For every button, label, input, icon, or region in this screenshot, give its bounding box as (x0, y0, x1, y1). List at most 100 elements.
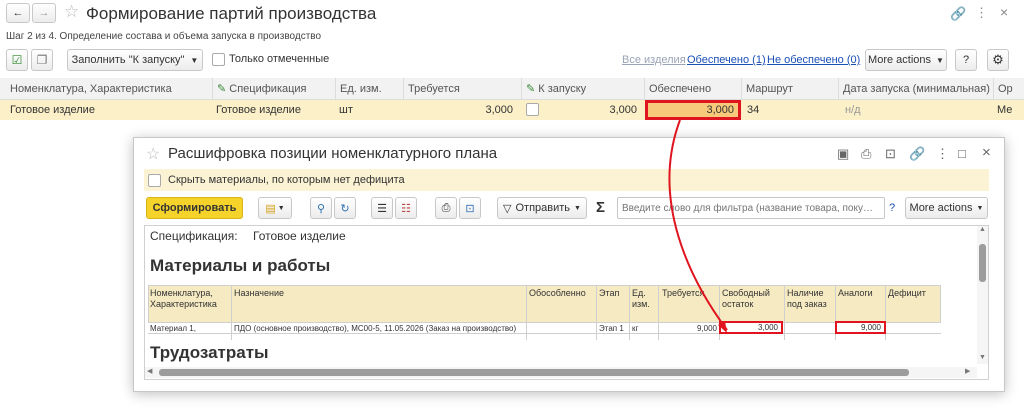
cell-nomenclature: Готовое изделие (10, 104, 95, 116)
preview-icon: ⊡ (465, 202, 475, 215)
table-row[interactable]: Готовое изделие Готовое изделие шт 3,000… (0, 100, 1024, 120)
fill-to-launch-button[interactable]: Заполнить "К запуску" ▼ (67, 49, 203, 71)
only-marked-checkbox[interactable] (212, 53, 225, 66)
section-labor: Трудозатраты (150, 343, 269, 362)
rep-cell-nom: Материал 1, (150, 324, 196, 333)
filter-input[interactable] (617, 197, 885, 219)
rep-col-purpose: Назначение (234, 288, 285, 298)
rep-cell-stage: Этап 1 (599, 324, 624, 333)
copy-icon: ❐ (36, 53, 48, 67)
hide-materials-checkbox[interactable] (148, 174, 161, 187)
more-actions-button[interactable]: More actions ▼ (865, 49, 947, 71)
col-provided[interactable]: Обеспечено (644, 78, 741, 100)
col-route[interactable]: Маршрут (741, 78, 838, 100)
link-all-items[interactable]: Все изделия (622, 54, 686, 66)
help-button[interactable]: ? (955, 49, 977, 71)
cell-unit: шт (339, 104, 353, 116)
col-to-launch-label: К запуску (538, 83, 587, 95)
rep-cell-required: 9,000 (696, 324, 717, 333)
scroll-down-arrow-icon[interactable]: ▼ (979, 354, 986, 361)
rep-col-separate: Обособленно (529, 288, 586, 298)
rep-cell-purpose: ПДО (основное производство), МС00-5, 11.… (234, 324, 517, 333)
rep-col-deficit: Дефицит (888, 288, 926, 298)
settings-button[interactable]: ⚙ (987, 49, 1009, 71)
hide-materials-label: Скрыть материалы, по которым нет дефицит… (168, 174, 405, 186)
close-icon[interactable]: × (1000, 4, 1008, 20)
print-button[interactable]: ⎙ (435, 197, 457, 219)
col-to-launch[interactable]: ✎ К запуску (521, 78, 644, 100)
cell-date: н/д (845, 104, 861, 116)
col-spec[interactable]: ✎ Спецификация (212, 78, 335, 100)
col-date[interactable]: Дата запуска (минимальная) (838, 78, 993, 100)
minimize-icon[interactable]: □ (958, 146, 966, 161)
refresh-icon: ↻ (340, 202, 350, 215)
breakdown-dialog: ☆ Расшифровка позиции номенклатурного пл… (133, 137, 1005, 392)
link-icon[interactable]: 🔗 (950, 6, 966, 22)
preview-button[interactable]: ⊡ (459, 197, 481, 219)
rep-cell-analogs: 9,000 (835, 321, 886, 334)
preview-icon[interactable]: ⊡ (885, 146, 896, 162)
dropdown-arrow-icon: ▼ (574, 204, 581, 212)
rep-col-free: Свободный остаток (722, 288, 770, 309)
search-button[interactable]: ⚲ (310, 197, 332, 219)
close-icon[interactable]: × (982, 144, 991, 161)
dialog-more-actions-button[interactable]: More actions ▼ (905, 197, 988, 219)
report-options-button[interactable]: ▤ ▼ (258, 197, 292, 219)
print-icon: ⎙ (441, 201, 451, 214)
horizontal-scroll-thumb[interactable] (159, 369, 909, 376)
rep-col-stage: Этап (599, 288, 620, 298)
check-all-icon: ☑ (11, 53, 23, 67)
save-icon[interactable]: ▣ (837, 146, 849, 162)
rep-col-unit: Ед. изм. (632, 288, 650, 309)
section-materials: Материалы и работы (150, 256, 331, 275)
col-required[interactable]: Требуется (403, 78, 521, 100)
vertical-scroll-thumb[interactable] (979, 244, 986, 282)
spec-label: Спецификация: (150, 229, 238, 243)
report-area: Спецификация: Готовое изделие Материалы … (144, 225, 989, 380)
fill-to-launch-label: Заполнить "К запуску" (71, 54, 185, 66)
link-icon[interactable]: 🔗 (909, 146, 925, 162)
search-icon: ⚲ (316, 202, 326, 215)
send-icon: ▽ (503, 202, 512, 215)
spec-value: Готовое изделие (253, 229, 346, 243)
cell-required: 3,000 (485, 104, 513, 116)
step-caption: Шаг 2 из 4. Определение состава и объема… (6, 31, 322, 42)
back-button[interactable]: ← (6, 3, 30, 23)
only-marked-label: Только отмеченные (229, 53, 330, 65)
dropdown-arrow-icon: ▼ (277, 204, 285, 212)
collapse-groups-button[interactable]: ☷ (395, 197, 417, 219)
dialog-title: Расшифровка позиции номенклатурного план… (168, 145, 498, 162)
favorite-star-icon[interactable]: ☆ (64, 2, 79, 22)
col-unit[interactable]: Ед. изм. (335, 78, 403, 100)
link-not-provided[interactable]: Не обеспечено (0) (767, 54, 860, 66)
dropdown-arrow-icon: ▼ (190, 55, 199, 65)
print-icon[interactable]: ⎙ (861, 146, 871, 162)
rep-cell-free: 3,000 (719, 321, 783, 334)
uncheck-all-button[interactable]: ❐ (31, 49, 53, 71)
col-org[interactable]: Ор (993, 78, 1024, 100)
more-actions-label: More actions (868, 54, 932, 66)
link-provided[interactable]: Обеспечено (1) (687, 54, 766, 66)
cell-spec: Готовое изделие (216, 104, 301, 116)
scroll-up-arrow-icon[interactable]: ▲ (979, 226, 986, 233)
col-nomenclature[interactable]: Номенклатура, Характеристика (6, 78, 212, 100)
sum-icon[interactable]: Σ (596, 199, 605, 216)
scroll-right-arrow-icon[interactable]: ▶ (965, 367, 970, 375)
refresh-search-button[interactable]: ↻ (334, 197, 356, 219)
to-launch-checkbox[interactable] (526, 103, 539, 116)
rep-cell-unit: кг (632, 324, 639, 333)
filter-help-link[interactable]: ? (889, 202, 895, 214)
send-label: Отправить (515, 202, 571, 214)
generate-button[interactable]: Сформировать (146, 197, 243, 219)
forward-button[interactable]: → (32, 3, 56, 23)
rep-col-required: Требуется (662, 288, 705, 298)
check-all-button[interactable]: ☑ (6, 49, 28, 71)
gear-icon: ⚙ (992, 52, 1004, 67)
send-button[interactable]: ▽ Отправить ▼ (497, 197, 587, 219)
expand-groups-button[interactable]: ☰ (371, 197, 393, 219)
cell-provided[interactable]: 3,000 (645, 100, 741, 120)
more-vert-icon[interactable]: ⋮ (936, 146, 949, 162)
scroll-left-arrow-icon[interactable]: ◀ (147, 367, 152, 375)
favorite-star-icon[interactable]: ☆ (146, 144, 160, 164)
more-vert-icon[interactable]: ⋮ (975, 5, 988, 21)
